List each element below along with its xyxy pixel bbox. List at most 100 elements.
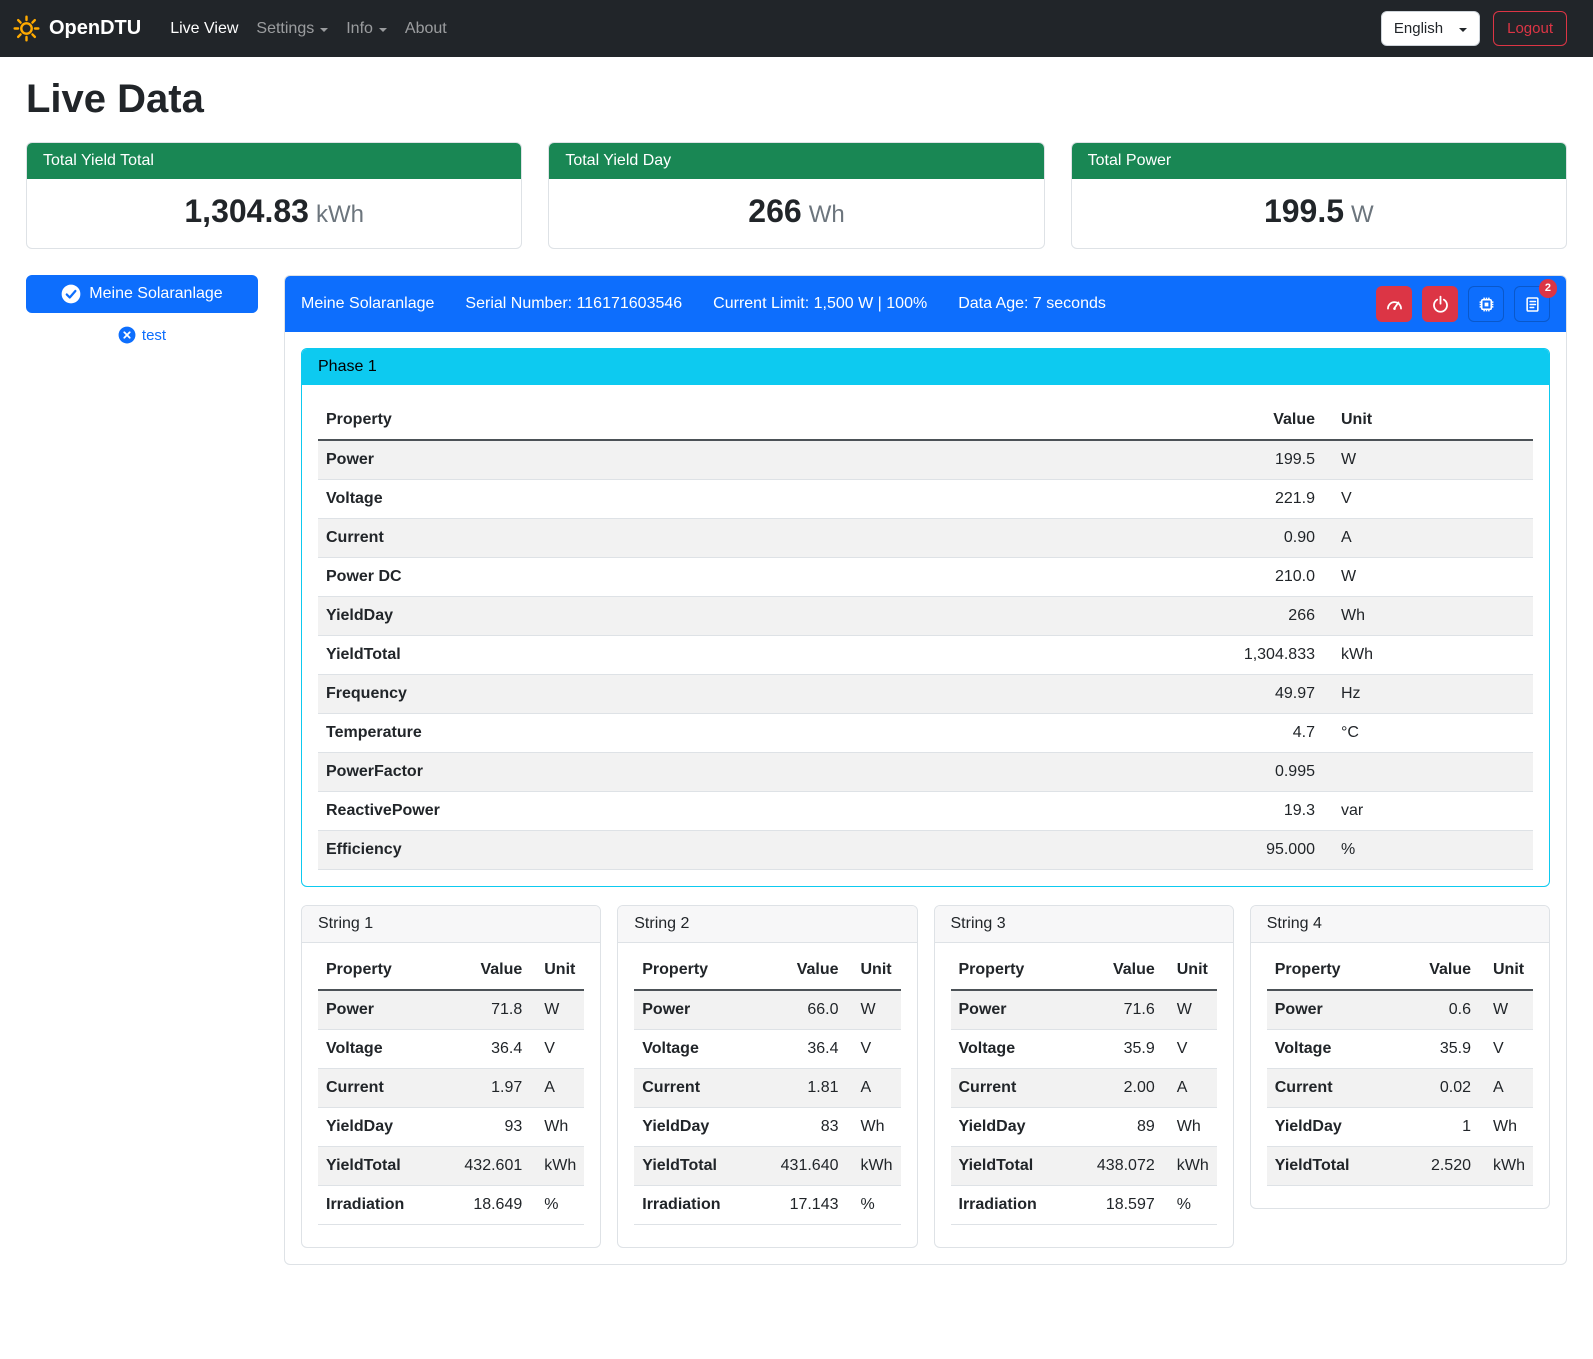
inverter-select-button[interactable]: Meine Solaranlage — [26, 275, 258, 313]
unit-cell: % — [847, 1186, 901, 1225]
journal-icon — [1523, 295, 1542, 314]
table-row: Irradiation 17.143 % — [634, 1186, 900, 1225]
summary-card-title: Total Power — [1072, 143, 1566, 179]
inverter-select-label: Meine Solaranlage — [89, 285, 222, 303]
property-cell: Efficiency — [318, 831, 1213, 870]
unit-cell: W — [530, 990, 584, 1030]
property-cell: Voltage — [634, 1030, 762, 1069]
table-row: Voltage 221.9 V — [318, 480, 1533, 519]
value-cell: 221.9 — [1213, 480, 1323, 519]
property-cell: Power — [634, 990, 762, 1030]
value-cell: 2.00 — [1079, 1069, 1163, 1108]
language-select[interactable]: English — [1381, 11, 1480, 46]
summary-card-body: 266Wh — [549, 179, 1043, 248]
unit-cell — [1323, 753, 1533, 792]
value-cell: 431.640 — [763, 1147, 847, 1186]
summary-card-title: Total Yield Day — [549, 143, 1043, 179]
table-row: YieldTotal 1,304.833 kWh — [318, 636, 1533, 675]
value-cell: 1.81 — [763, 1069, 847, 1108]
unit-cell: Hz — [1323, 675, 1533, 714]
summary-card-title: Total Yield Total — [27, 143, 521, 179]
unit-cell: var — [1323, 792, 1533, 831]
property-cell: ReactivePower — [318, 792, 1213, 831]
nav-settings-label: Settings — [256, 20, 314, 38]
table-row: Current 1.81 A — [634, 1069, 900, 1108]
panel-actions: 2 — [1376, 286, 1550, 322]
value-cell: 199.5 — [1213, 440, 1323, 480]
property-cell: YieldDay — [951, 1108, 1079, 1147]
string-table: Property Value Unit Power 0.6 W — [1267, 951, 1533, 1186]
sidebar-item-test-label: test — [142, 327, 166, 344]
value-header: Value — [1213, 401, 1323, 440]
table-row: ReactivePower 19.3 var — [318, 792, 1533, 831]
logout-button[interactable]: Logout — [1493, 11, 1567, 46]
phase-table: Property Value Unit Power 199.5 W — [318, 401, 1533, 870]
property-cell: Temperature — [318, 714, 1213, 753]
speedometer-icon — [1385, 295, 1404, 314]
summary-card: Total Yield Total 1,304.83kWh — [26, 142, 522, 249]
unit-cell: Wh — [1479, 1108, 1533, 1147]
table-row: Power 199.5 W — [318, 440, 1533, 480]
phase-card-title: Phase 1 — [302, 349, 1549, 385]
unit-cell: W — [1479, 990, 1533, 1030]
value-header: Value — [763, 951, 847, 990]
nav-live-view[interactable]: Live View — [161, 12, 247, 46]
property-cell: Power — [318, 990, 446, 1030]
property-cell: YieldDay — [1267, 1108, 1395, 1147]
property-cell: Frequency — [318, 675, 1213, 714]
navbar-left: OpenDTU Live View Settings Info About — [12, 12, 456, 46]
unit-cell: % — [1163, 1186, 1217, 1225]
value-cell: 4.7 — [1213, 714, 1323, 753]
value-cell: 36.4 — [763, 1030, 847, 1069]
nav-about[interactable]: About — [396, 12, 456, 46]
value-cell: 1 — [1395, 1108, 1479, 1147]
table-row: Power 0.6 W — [1267, 990, 1533, 1030]
nav-settings[interactable]: Settings — [247, 12, 337, 46]
property-cell: Voltage — [951, 1030, 1079, 1069]
summary-value: 199.5 — [1264, 193, 1344, 229]
inverter-panel-header: Meine Solaranlage Serial Number: 1161716… — [285, 276, 1566, 332]
table-row: Temperature 4.7 °C — [318, 714, 1533, 753]
string-card: String 1 Property Value Unit — [301, 905, 601, 1248]
event-count-badge: 2 — [1539, 279, 1557, 298]
strings-row: String 1 Property Value Unit — [301, 905, 1550, 1248]
string-card-title: String 3 — [935, 906, 1233, 943]
unit-cell: % — [1323, 831, 1533, 870]
property-cell: Power — [951, 990, 1079, 1030]
sidebar-item-test[interactable]: test — [118, 326, 166, 344]
brand[interactable]: OpenDTU — [12, 14, 141, 43]
value-cell: 95.000 — [1213, 831, 1323, 870]
table-row: YieldDay 266 Wh — [318, 597, 1533, 636]
string-card-title: String 2 — [618, 906, 916, 943]
summary-card: Total Power 199.5W — [1071, 142, 1567, 249]
string-card: String 4 Property Value Unit — [1250, 905, 1550, 1209]
unit-cell: W — [1323, 440, 1533, 480]
chevron-down-icon — [320, 28, 328, 32]
string-card-title: String 1 — [302, 906, 600, 943]
summary-card: Total Yield Day 266Wh — [548, 142, 1044, 249]
table-header-row: Property Value Unit — [951, 951, 1217, 990]
nav-info[interactable]: Info — [337, 12, 396, 46]
summary-value: 266 — [748, 193, 801, 229]
unit-header: Unit — [847, 951, 901, 990]
table-row: Current 0.90 A — [318, 519, 1533, 558]
property-cell: Current — [634, 1069, 762, 1108]
table-row: Irradiation 18.597 % — [951, 1186, 1217, 1225]
table-row: Power DC 210.0 W — [318, 558, 1533, 597]
property-header: Property — [318, 401, 1213, 440]
unit-cell: °C — [1323, 714, 1533, 753]
property-cell: Current — [951, 1069, 1079, 1108]
limit-settings-button[interactable] — [1376, 286, 1412, 322]
table-row: YieldDay 93 Wh — [318, 1108, 584, 1147]
event-log-button[interactable]: 2 — [1514, 286, 1550, 322]
property-cell: YieldTotal — [318, 636, 1213, 675]
property-cell: Irradiation — [634, 1186, 762, 1225]
value-cell: 66.0 — [763, 990, 847, 1030]
unit-cell: V — [1479, 1030, 1533, 1069]
unit-cell: W — [1163, 990, 1217, 1030]
table-row: YieldTotal 438.072 kWh — [951, 1147, 1217, 1186]
property-header: Property — [634, 951, 762, 990]
inverter-info-button[interactable] — [1468, 286, 1504, 322]
power-settings-button[interactable] — [1422, 286, 1458, 322]
table-row: Voltage 35.9 V — [951, 1030, 1217, 1069]
